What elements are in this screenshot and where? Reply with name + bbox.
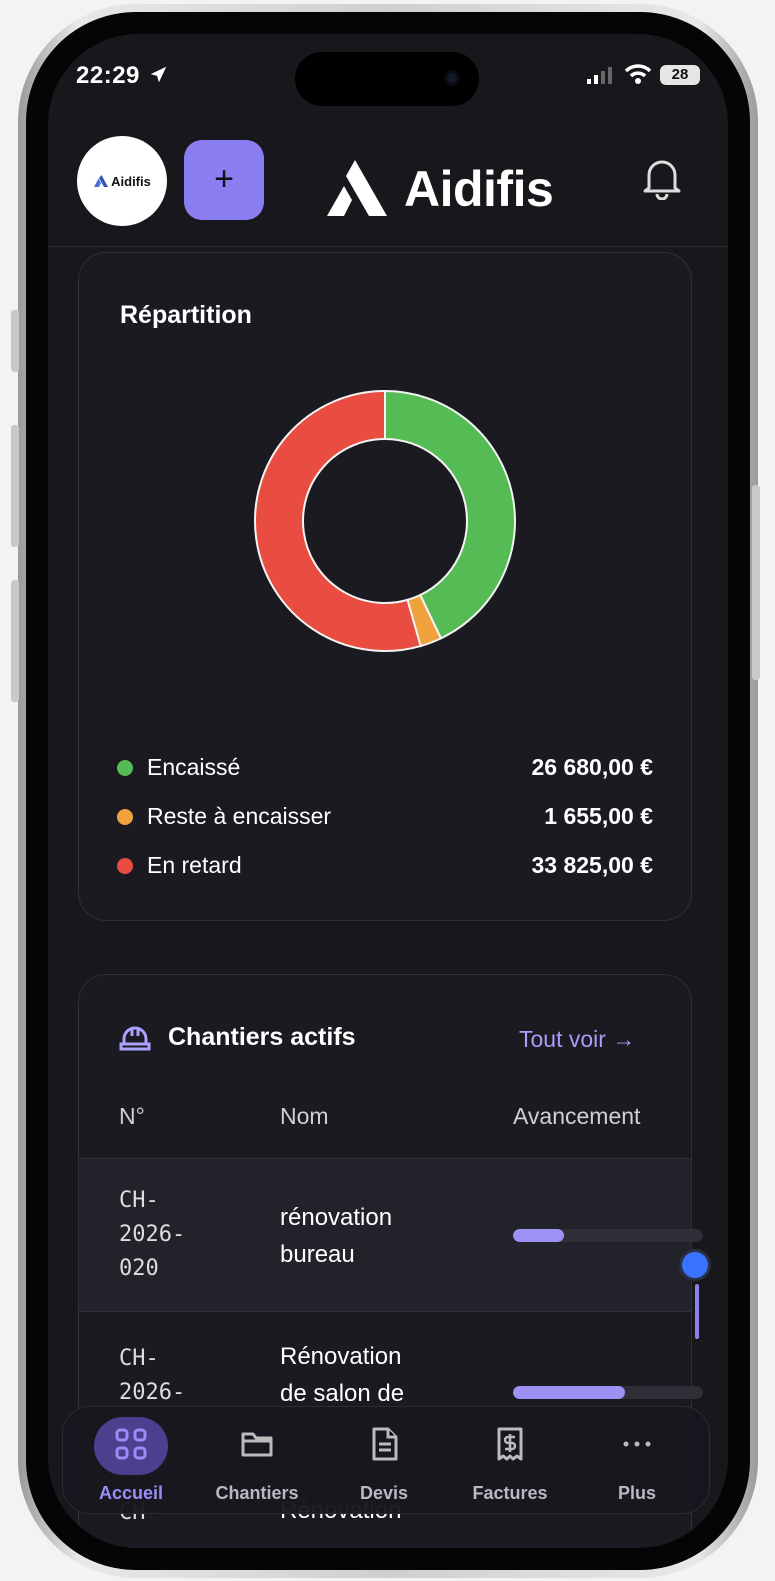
- legend-dot-green-icon: [117, 759, 133, 776]
- status-bar: 22:29 28: [48, 34, 728, 124]
- invoice-dollar-icon: [497, 1427, 523, 1461]
- app-screen: 22:29 28 Aidifis + Aidifis Répartition E…: [48, 34, 728, 1548]
- dynamic-island: [295, 52, 479, 106]
- active-sites-title: Chantiers actifs: [168, 1023, 356, 1051]
- site-name: rénovation bureau: [280, 1204, 393, 1268]
- column-number: N°: [119, 1103, 145, 1129]
- tab-label: Factures: [472, 1483, 548, 1503]
- legend-dot-orange-icon: [117, 808, 133, 825]
- tab-label: Devis: [359, 1483, 409, 1503]
- side-button: [11, 580, 19, 702]
- tab-devis[interactable]: Devis: [324, 1407, 444, 1513]
- logo-text: Aidifis: [111, 173, 151, 189]
- more-icon: [623, 1441, 651, 1447]
- view-all-link[interactable]: Tout voir →: [519, 1026, 635, 1053]
- legend-row-retard: En retard 33 825,00 €: [117, 841, 653, 890]
- table-row[interactable]: CH- 2026- 020 rénovation bureau: [79, 1158, 703, 1312]
- distribution-card: Répartition Encaissé 26 680,00 € Reste à …: [78, 252, 692, 921]
- distribution-title: Répartition: [120, 301, 252, 329]
- app-header: Aidifis + Aidifis: [48, 128, 728, 247]
- legend-label: Encaissé: [147, 754, 241, 780]
- side-button: [11, 425, 19, 547]
- add-button[interactable]: +: [184, 140, 264, 220]
- document-icon: [372, 1427, 398, 1461]
- side-button: [11, 310, 19, 372]
- folder-icon: [241, 1432, 273, 1457]
- brand: Aidifis: [324, 158, 554, 220]
- distribution-legend: Encaissé 26 680,00 € Reste à encaisser 1 6…: [117, 743, 653, 890]
- grid-icon: [115, 1428, 147, 1460]
- progress-fill: [513, 1229, 565, 1242]
- hard-hat-icon: [119, 1026, 151, 1051]
- legend-value: 1 655,00 €: [544, 803, 653, 829]
- wifi-icon: [624, 64, 652, 84]
- legend-label: En retard: [147, 852, 242, 878]
- legend-value: 26 680,00 €: [531, 754, 653, 780]
- site-name: Rénovation de salon de: [280, 1343, 405, 1407]
- column-progress: Avancement: [513, 1103, 641, 1129]
- tab-plus[interactable]: Plus: [577, 1407, 697, 1513]
- legend-dot-red-icon: [117, 857, 133, 874]
- progress-fill: [513, 1386, 626, 1399]
- distribution-donut-chart: [254, 389, 516, 652]
- legend-row-reste: Reste à encaisser 1 655,00 €: [117, 792, 653, 841]
- legend-row-encaisse: Encaissé 26 680,00 €: [117, 743, 653, 792]
- signal-icon: [587, 66, 612, 84]
- legend-value: 33 825,00 €: [531, 852, 653, 878]
- status-time: 22:29: [76, 62, 169, 90]
- notification-bell-icon[interactable]: [641, 156, 683, 200]
- progress-bar: [513, 1386, 703, 1399]
- tab-factures[interactable]: Factures: [450, 1407, 570, 1513]
- status-icons: 28: [586, 64, 700, 85]
- company-logo[interactable]: Aidifis: [77, 136, 167, 226]
- aidifis-logo-icon: [94, 175, 109, 187]
- tab-label: Chantiers: [215, 1483, 299, 1503]
- camera-icon: [444, 70, 460, 86]
- aidifis-brand-icon: [327, 160, 387, 216]
- site-number: CH- 2026- 020: [119, 1188, 186, 1281]
- bottom-tab-bar: Accueil Chantiers Devis Factures Plus: [62, 1406, 710, 1514]
- tab-label: Plus: [617, 1483, 656, 1503]
- location-arrow-icon: [150, 66, 167, 83]
- scroll-indicator: [695, 1284, 699, 1339]
- tab-label: Accueil: [98, 1483, 164, 1503]
- scroll-handle[interactable]: [682, 1252, 708, 1278]
- column-name: Nom: [280, 1103, 329, 1129]
- legend-label: Reste à encaisser: [147, 803, 332, 829]
- brand-name: Aidifis: [404, 161, 554, 217]
- site-number: CH- 2026-: [119, 1346, 186, 1405]
- tab-chantiers[interactable]: Chantiers: [197, 1407, 317, 1513]
- tab-accueil[interactable]: Accueil: [71, 1407, 191, 1513]
- progress-bar: [513, 1229, 703, 1242]
- side-button: [752, 485, 760, 680]
- battery-indicator: 28: [660, 64, 700, 85]
